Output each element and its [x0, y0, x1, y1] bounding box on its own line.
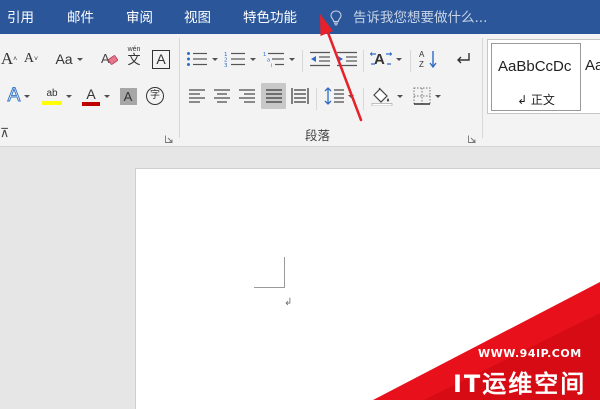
- toolbar-separator: [363, 88, 364, 110]
- character-border-button[interactable]: A: [149, 46, 173, 72]
- paint-bucket-icon: [371, 87, 393, 106]
- increase-indent-icon: [337, 51, 357, 67]
- distributed-button[interactable]: [288, 83, 312, 109]
- eraser-icon: A: [101, 51, 119, 66]
- styles-gallery: AaBbCcDc ↲ 正文 Aa: [487, 39, 600, 114]
- toolbar-separator: [410, 50, 411, 72]
- paragraph-mark-icon: [457, 53, 470, 64]
- text-effects-button[interactable]: A: [2, 83, 36, 109]
- group-separator: [482, 38, 483, 138]
- bullets-button[interactable]: [184, 46, 220, 72]
- character-shading-button[interactable]: A: [117, 83, 139, 109]
- paragraph-dialog-launcher-icon[interactable]: [468, 130, 476, 143]
- align-right-icon: [239, 89, 255, 103]
- paragraph-group-label: 段落: [305, 128, 331, 143]
- chinese-layout-icon: A: [370, 51, 392, 68]
- chinese-layout-button[interactable]: A: [367, 46, 405, 72]
- tell-me-search[interactable]: 告诉我您想要做什么...: [330, 9, 488, 27]
- change-case-button[interactable]: Aa: [50, 46, 88, 72]
- borders-icon: [413, 87, 431, 105]
- ribbon-tab-bar: 引用 邮件 审阅 视图 特色功能 告诉我您想要做什么...: [0, 0, 600, 34]
- align-center-button[interactable]: [211, 83, 233, 109]
- bullets-icon: [187, 52, 207, 66]
- highlight-color-button[interactable]: ab: [38, 83, 76, 109]
- font-color-swatch: [82, 101, 100, 106]
- justify-icon: [265, 89, 282, 103]
- show-hide-marks-button[interactable]: [450, 46, 476, 72]
- font-group-label: ⊼: [0, 125, 10, 140]
- align-left-icon: [189, 89, 205, 103]
- group-separator: [179, 38, 180, 138]
- style-name-label: ↲ 正文: [517, 93, 555, 107]
- svg-text:Z: Z: [419, 60, 424, 69]
- clear-formatting-button[interactable]: A: [98, 46, 122, 72]
- font-color-button[interactable]: A: [78, 83, 114, 109]
- sort-icon: A Z: [419, 50, 437, 69]
- align-center-icon: [214, 89, 230, 103]
- font-dialog-launcher-icon[interactable]: [165, 130, 173, 143]
- shrink-font-button[interactable]: A ˅: [20, 46, 42, 72]
- tab-special-features[interactable]: 特色功能: [243, 9, 297, 27]
- svg-text:A: A: [101, 51, 110, 66]
- numbering-icon: 123: [224, 52, 245, 67]
- line-spacing-icon: [324, 87, 344, 105]
- svg-text:1: 1: [263, 52, 266, 58]
- document-page[interactable]: ↲: [135, 168, 600, 409]
- enclose-characters-button[interactable]: 字: [143, 83, 167, 109]
- line-spacing-button[interactable]: [321, 83, 357, 109]
- toolbar-separator: [316, 88, 317, 110]
- phonetic-guide-button[interactable]: wén 文: [123, 44, 145, 70]
- increase-indent-button[interactable]: [334, 46, 360, 72]
- multilevel-list-icon: 1ai: [263, 52, 284, 67]
- lightbulb-icon: [330, 10, 342, 26]
- multilevel-list-button[interactable]: 1ai: [261, 46, 297, 72]
- decrease-indent-icon: [310, 51, 330, 67]
- tab-references[interactable]: 引用: [7, 9, 34, 27]
- ribbon: A ˄ A ˅ Aa A wén 文 A A ab A A 字 ⊼ 1 2 3 …: [0, 34, 600, 147]
- style-next-sample[interactable]: Aa: [585, 57, 600, 74]
- svg-text:a: a: [267, 58, 270, 64]
- tab-review[interactable]: 审阅: [126, 9, 153, 27]
- shading-button[interactable]: [368, 83, 406, 109]
- highlight-color-swatch: [42, 100, 62, 105]
- svg-text:A: A: [419, 50, 425, 59]
- sort-button[interactable]: A Z: [415, 46, 443, 72]
- tab-view[interactable]: 视图: [184, 9, 211, 27]
- style-normal[interactable]: AaBbCcDc ↲ 正文: [491, 43, 581, 111]
- decrease-indent-button[interactable]: [307, 46, 333, 72]
- grow-font-button[interactable]: A ˄: [0, 46, 18, 72]
- style-sample-text: AaBbCcDc: [498, 58, 572, 75]
- paragraph-mark: ↲: [284, 297, 293, 308]
- tab-mailings[interactable]: 邮件: [67, 9, 94, 27]
- tell-me-text: 告诉我您想要做什么...: [353, 10, 488, 26]
- borders-button[interactable]: [409, 83, 445, 109]
- svg-text:i: i: [271, 63, 272, 67]
- distributed-icon: [291, 88, 309, 104]
- align-right-button[interactable]: [236, 83, 258, 109]
- margin-corner-mark: [254, 257, 285, 288]
- numbering-button[interactable]: 123: [222, 46, 258, 72]
- align-left-button[interactable]: [186, 83, 208, 109]
- toolbar-separator: [363, 50, 364, 72]
- toolbar-separator: [302, 50, 303, 72]
- svg-text:3: 3: [224, 63, 228, 67]
- justify-button[interactable]: [261, 83, 286, 109]
